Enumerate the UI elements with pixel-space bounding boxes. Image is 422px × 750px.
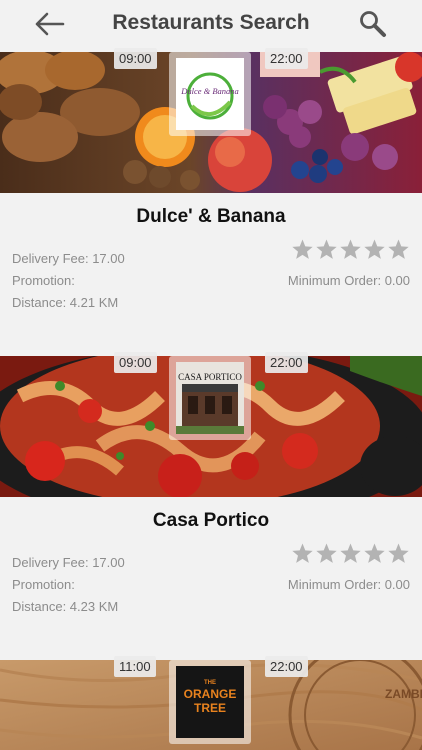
star-icon (292, 543, 313, 563)
svg-text:THE: THE (204, 680, 216, 686)
logo-text: Dulce & Banana (180, 86, 239, 96)
distance: Distance: 4.23 KM (12, 599, 119, 614)
closing-time: 22:00 (265, 352, 308, 373)
svg-text:ORANGE: ORANGE (184, 687, 237, 701)
logo-text: CASA PORTICO (178, 372, 242, 382)
star-icon (316, 239, 337, 259)
closing-time: 22:00 (265, 656, 308, 677)
distance: Distance: 4.21 KM (12, 295, 119, 310)
promotion: Promotion: (12, 577, 75, 592)
restaurant-logo-frame: THE ORANGE TREE (169, 660, 251, 744)
restaurant-info: Dulce' & Banana Delivery Fee: 17.00 Prom… (0, 193, 422, 333)
restaurant-logo-frame: CASA PORTICO (169, 356, 251, 440)
star-icon (316, 543, 337, 563)
minimum-order: Minimum Order: 0.00 (287, 273, 410, 288)
rating-stars (291, 238, 410, 261)
minimum-order: Minimum Order: 0.00 (287, 577, 410, 592)
app-header: Restaurants Search (0, 0, 422, 50)
star-icon (388, 239, 409, 259)
restaurant-logo: THE ORANGE TREE (176, 666, 244, 738)
restaurant-logo: CASA PORTICO (176, 362, 244, 434)
star-icon (340, 543, 361, 563)
svg-text:TREE: TREE (194, 701, 226, 715)
promotion: Promotion: (12, 273, 75, 288)
restaurant-name: Dulce' & Banana (136, 206, 286, 227)
opening-time: 11:00 (114, 656, 156, 677)
opening-time: 09:00 (114, 48, 157, 69)
rating-stars (291, 542, 410, 565)
svg-text:ZAMBIA: ZAMBIA (385, 687, 422, 701)
delivery-fee: Delivery Fee: 17.00 (12, 251, 125, 266)
search-button[interactable] (358, 9, 388, 39)
delivery-fee: Delivery Fee: 17.00 (12, 555, 125, 570)
closing-time: 22:00 (265, 48, 308, 69)
star-icon (388, 543, 409, 563)
star-icon (364, 543, 385, 563)
restaurant-info: Casa Portico Delivery Fee: 17.00 Promoti… (0, 497, 422, 637)
restaurant-name: Casa Portico (152, 510, 270, 531)
star-icon (364, 239, 385, 259)
restaurant-logo: Dulce & Banana (176, 58, 244, 130)
star-icon (340, 239, 361, 259)
restaurant-logo-frame: Dulce & Banana (169, 52, 251, 136)
star-icon (292, 239, 313, 259)
search-icon (360, 11, 386, 37)
opening-time: 09:00 (114, 352, 157, 373)
